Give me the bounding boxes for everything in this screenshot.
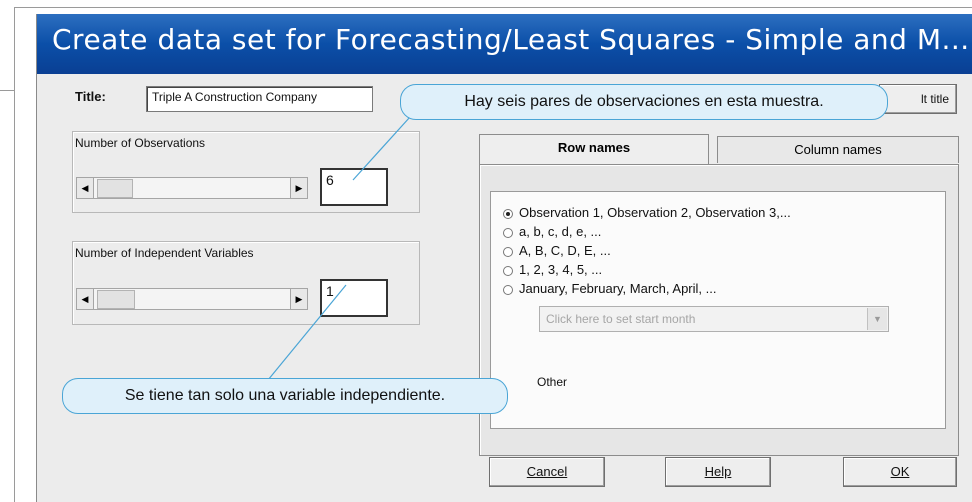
variables-callout-leader <box>267 284 347 381</box>
observations-callout-leader <box>352 116 411 181</box>
variables-callout-text: Se tiene tan solo una variable independi… <box>124 387 446 404</box>
callout-leader-lines <box>267 116 411 381</box>
observations-callout: Hay seis pares de observaciones en esta … <box>400 84 888 120</box>
variables-callout: Se tiene tan solo una variable independi… <box>62 378 508 414</box>
observations-callout-text: Hay seis pares de observaciones en esta … <box>464 93 824 110</box>
